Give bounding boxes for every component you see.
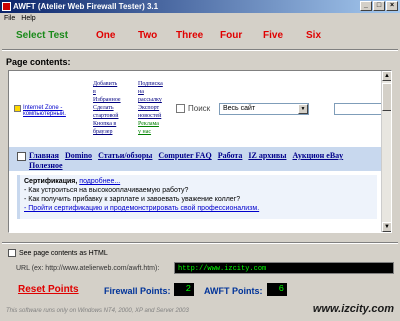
scroll-thumb[interactable] — [382, 83, 391, 111]
app-icon — [2, 2, 11, 11]
url-input[interactable]: http://www.izcity.com — [174, 262, 394, 274]
zone-text: Internet Zone - компьютерный. — [23, 105, 66, 117]
firewall-points-label: Firewall Points: — [104, 286, 171, 296]
watermark-logo: www.izcity.com — [312, 303, 394, 315]
link-subscribe[interactable]: Подписка — [138, 80, 176, 88]
nav-link-auction[interactable]: Аукцион eBay — [292, 151, 343, 160]
chevron-down-icon[interactable]: ▼ — [298, 104, 308, 114]
search-checkbox[interactable] — [176, 104, 185, 113]
close-button[interactable]: × — [386, 1, 398, 11]
nav-links: Главная Domino Статьи/обзоры Computer FA… — [29, 151, 379, 171]
footer-note: This software runs only on Windows NT4, … — [6, 308, 189, 314]
nav-bar: Главная Domino Статьи/обзоры Computer FA… — [9, 147, 382, 171]
link-export-2[interactable]: новостей — [138, 112, 176, 120]
menu-help[interactable]: Help — [21, 15, 35, 22]
nav-link-useful[interactable]: Полезное — [29, 161, 63, 170]
top-links-col2: Подписка на рассылку Экспорт новостей Ре… — [138, 80, 176, 136]
link-add-fav[interactable]: Добавить — [93, 80, 133, 88]
tab-five[interactable]: Five — [263, 30, 283, 41]
tab-two[interactable]: Two — [138, 30, 157, 41]
firewall-points-value: 2 — [174, 283, 194, 296]
tab-six[interactable]: Six — [306, 30, 321, 41]
search-scope-select[interactable]: Весь сайт ▼ — [219, 103, 309, 115]
title-bar: AWFT (Atelier Web Firewall Tester) 3.1 _… — [0, 0, 400, 13]
link-subscribe-2[interactable]: на — [138, 88, 176, 96]
tab-three[interactable]: Three — [176, 30, 203, 41]
nav-link-archives[interactable]: IZ архивы — [248, 151, 286, 160]
link-browser-button[interactable]: Кнопка в — [93, 120, 133, 128]
certification-box: Сертификация, подробнее... - Как устроит… — [17, 175, 377, 219]
search-input[interactable] — [334, 103, 382, 115]
url-label: URL (ex: http://www.atelierweb.com/awft.… — [16, 265, 160, 272]
cert-line-2: - Как получить прибавку к зарплате и зав… — [24, 196, 241, 203]
see-html-checkbox[interactable] — [8, 249, 16, 257]
window-title: AWFT (Atelier Web Firewall Tester) 3.1 — [13, 2, 159, 11]
search-label: Поиск — [188, 104, 211, 113]
tab-one[interactable]: One — [96, 30, 115, 41]
divider — [2, 242, 398, 244]
warning-icon — [14, 105, 21, 112]
scroll-up-icon[interactable]: ▲ — [382, 71, 391, 81]
see-html-option[interactable]: See page contents as HTML — [8, 249, 108, 257]
awft-points-label: AWFT Points: — [204, 286, 263, 296]
nav-link-main[interactable]: Главная — [29, 151, 59, 160]
page-preview[interactable]: Internet Zone - компьютерный. Добавить в… — [8, 70, 392, 233]
link-add-fav-2[interactable]: в — [93, 88, 133, 96]
cert-line-1: - Как устроиться на высокооплачиваемую р… — [24, 187, 189, 194]
link-export[interactable]: Экспорт — [138, 104, 176, 112]
menu-file[interactable]: File — [4, 15, 15, 22]
see-html-label: See page contents as HTML — [19, 249, 108, 257]
divider — [2, 49, 398, 51]
minimize-button[interactable]: _ — [360, 1, 372, 11]
nav-link-domino[interactable]: Domino — [65, 151, 92, 160]
link-make-home[interactable]: Сделать — [93, 104, 133, 112]
vertical-scrollbar[interactable]: ▲ ▼ — [381, 71, 391, 232]
test-tabs: Select Test One Two Three Four Five Six — [0, 30, 400, 46]
link-ads-2[interactable]: у нас — [138, 128, 176, 136]
link-ads[interactable]: Реклама — [138, 120, 176, 128]
maximize-button[interactable]: □ — [373, 1, 385, 11]
nav-link-faq[interactable]: Computer FAQ — [158, 151, 211, 160]
zone-indicator[interactable]: Internet Zone - компьютерный. — [14, 105, 82, 117]
cert-title: Сертификация, — [24, 178, 78, 185]
link-add-fav-3[interactable]: Избранное — [93, 96, 133, 104]
search-scope-value: Весь сайт — [223, 105, 256, 112]
nav-checkbox[interactable] — [17, 152, 26, 161]
menu-bar: File Help — [0, 13, 400, 23]
nav-link-articles[interactable]: Статьи/обзоры — [98, 151, 152, 160]
scroll-down-icon[interactable]: ▼ — [382, 222, 391, 232]
nav-link-work[interactable]: Работа — [218, 151, 243, 160]
page-contents-label: Page contents: — [6, 57, 71, 67]
awft-points-value: 6 — [267, 283, 287, 296]
reset-points-button[interactable]: Reset Points — [18, 284, 79, 295]
top-links-col1: Добавить в Избранное Сделать стартовой К… — [93, 80, 133, 136]
link-browser-button-2[interactable]: браузер — [93, 128, 133, 136]
tab-four[interactable]: Four — [220, 30, 242, 41]
tab-select-test[interactable]: Select Test — [16, 30, 68, 41]
cert-more-link[interactable]: подробнее... — [79, 178, 120, 185]
cert-line-3[interactable]: - Пройти сертификацию и продемонстрирова… — [24, 204, 373, 213]
link-make-home-2[interactable]: стартовой — [93, 112, 133, 120]
link-subscribe-3[interactable]: рассылку — [138, 96, 176, 104]
